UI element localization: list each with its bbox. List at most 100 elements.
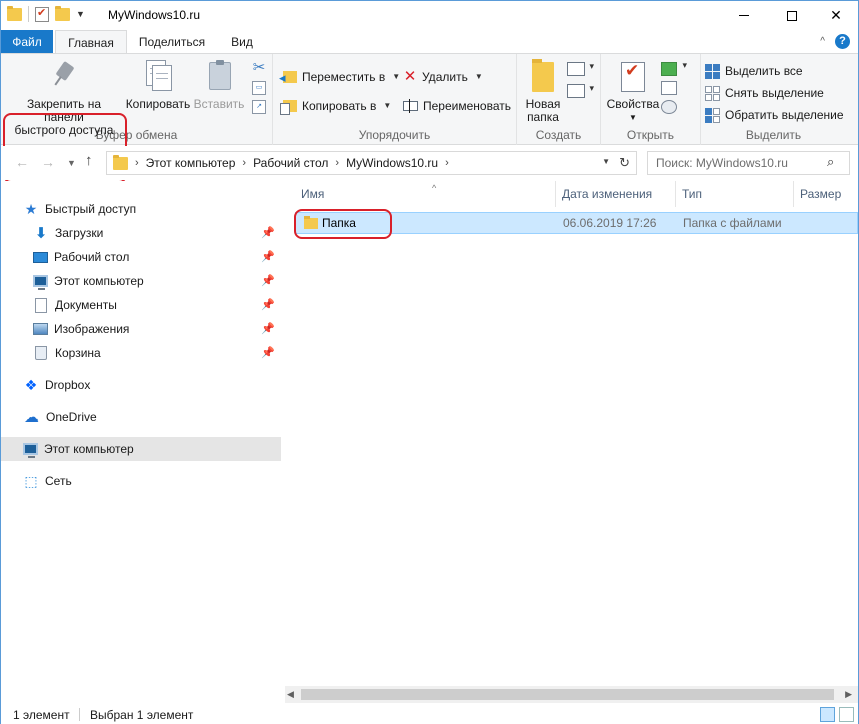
new-folder-qat-icon[interactable]	[55, 5, 70, 21]
chevron-right-icon[interactable]: ›	[445, 157, 449, 169]
properties-qat-icon[interactable]	[35, 6, 49, 22]
cut-icon[interactable]: ✂	[253, 60, 266, 76]
qat-dropdown-icon[interactable]: ▼	[76, 9, 85, 19]
open-icon[interactable]	[661, 60, 687, 76]
paste-button[interactable]: Вставить	[191, 60, 247, 111]
invert-selection-button[interactable]: Обратить выделение	[705, 106, 844, 124]
nav-item-onedrive[interactable]: ☁ OneDrive	[1, 405, 281, 429]
pin-icon[interactable]: 📌	[261, 346, 275, 359]
pin-icon[interactable]: 📌	[261, 274, 275, 287]
column-header-size[interactable]: Размер	[794, 181, 858, 207]
nav-item-documents[interactable]: Документы 📌	[1, 293, 281, 317]
nav-item-quick-access[interactable]: ★ Быстрый доступ	[1, 197, 281, 221]
large-icons-view-icon[interactable]	[839, 707, 854, 722]
column-header-name[interactable]: Имя ^	[295, 181, 556, 207]
close-icon: ✕	[830, 7, 842, 23]
computer-icon	[33, 275, 48, 290]
rename-icon	[403, 99, 418, 113]
folder-icon	[7, 5, 22, 21]
chevron-right-icon[interactable]: ›	[242, 157, 246, 169]
horizontal-scrollbar[interactable]: ◀ ▶	[285, 686, 858, 703]
collapse-ribbon-icon[interactable]: ^	[820, 36, 825, 47]
up-arrow-icon[interactable]: ↑	[85, 152, 93, 169]
back-arrow-icon[interactable]: ←	[15, 154, 29, 170]
scrollbar-thumb[interactable]	[301, 689, 834, 700]
edit-icon[interactable]	[661, 81, 677, 95]
copy-button[interactable]: Копировать	[125, 60, 191, 111]
pictures-icon	[33, 323, 48, 335]
paste-shortcut-icon[interactable]: ↗	[252, 100, 266, 114]
rename-label: Переименовать	[423, 99, 511, 113]
new-folder-button[interactable]: Новая папка	[523, 59, 563, 124]
maximize-button[interactable]	[769, 1, 815, 30]
pin-icon[interactable]: 📌	[261, 298, 275, 311]
new-item-buttons	[567, 61, 594, 98]
maximize-icon	[787, 10, 797, 21]
recent-locations-icon[interactable]: ▼	[67, 158, 76, 168]
nav-item-dropbox[interactable]: ❖ Dropbox	[1, 373, 281, 397]
address-field[interactable]: › Этот компьютер › Рабочий стол › MyWind…	[106, 151, 637, 175]
properties-icon	[621, 62, 645, 92]
rename-button[interactable]: Переименовать	[403, 95, 511, 117]
nav-label: Рабочий стол	[54, 250, 130, 264]
properties-button[interactable]: Свойства ▼	[605, 60, 661, 124]
select-all-button[interactable]: Выделить все	[705, 62, 803, 80]
history-icon[interactable]	[661, 100, 677, 114]
nav-item-network[interactable]: ⬚ Сеть	[1, 469, 281, 493]
pin-icon[interactable]: 📌	[261, 226, 275, 239]
nav-item-this-pc[interactable]: Этот компьютер	[1, 437, 281, 461]
easy-access-icon[interactable]	[567, 83, 594, 98]
title-bar: ▼ MyWindows10.ru ✕	[1, 1, 858, 30]
nav-item-this-pc-pinned[interactable]: Этот компьютер 📌	[1, 269, 281, 293]
forward-arrow-icon[interactable]: →	[41, 154, 55, 170]
nav-item-recycle-bin[interactable]: Корзина 📌	[1, 341, 281, 365]
column-header-type[interactable]: Тип	[676, 181, 794, 207]
pin-icon[interactable]: 📌	[261, 250, 275, 263]
breadcrumb-desktop[interactable]: Рабочий стол	[253, 156, 328, 170]
tab-view[interactable]: Вид	[219, 30, 265, 54]
pin-icon[interactable]: 📌	[261, 322, 275, 335]
search-icon[interactable]: ⌕	[827, 154, 850, 170]
select-none-button[interactable]: Снять выделение	[705, 84, 824, 102]
selected-count: Выбран 1 элемент	[90, 708, 194, 722]
pin-icon	[48, 60, 80, 92]
refresh-icon[interactable]: ↻	[619, 155, 630, 171]
move-to-button[interactable]: Переместить в ▼	[279, 66, 401, 89]
address-dropdown-icon[interactable]: ▼	[602, 157, 610, 166]
file-date: 06.06.2019 17:26	[563, 216, 657, 230]
group-label: Создать	[535, 128, 582, 142]
breadcrumb-current[interactable]: MyWindows10.ru	[346, 156, 438, 170]
column-header-date[interactable]: Дата изменения	[556, 181, 676, 207]
nav-item-images[interactable]: Изображения 📌	[1, 317, 281, 341]
close-button[interactable]: ✕	[813, 1, 859, 30]
minimize-button[interactable]	[721, 1, 767, 30]
nav-label: Этот компьютер	[54, 274, 144, 288]
nav-item-desktop[interactable]: Рабочий стол 📌	[1, 245, 281, 269]
chevron-down-icon: ▼	[392, 72, 401, 81]
help-icon[interactable]: ?	[835, 34, 850, 49]
new-item-icon[interactable]	[567, 61, 594, 76]
chevron-right-icon[interactable]: ›	[335, 157, 339, 169]
nav-label: Документы	[55, 298, 117, 312]
nav-label: Быстрый доступ	[45, 202, 137, 216]
delete-button[interactable]: ✕ Удалить ▼	[403, 66, 483, 88]
quick-access-toolbar: ▼	[7, 5, 85, 22]
nav-label: Этот компьютер	[44, 442, 134, 456]
new-folder-label-line2: папка	[527, 110, 559, 124]
copy-to-button[interactable]: Копировать в ▼	[280, 95, 391, 117]
details-view-icon[interactable]	[820, 707, 835, 722]
select-none-icon	[705, 85, 720, 101]
scroll-left-icon[interactable]: ◀	[287, 689, 294, 700]
ribbon-tabs: Файл Главная Поделиться Вид ^ ?	[1, 30, 858, 54]
network-icon: ⬚	[24, 472, 38, 489]
scroll-right-icon[interactable]: ▶	[845, 689, 852, 700]
copy-path-icon[interactable]: ▭	[252, 81, 266, 95]
nav-item-downloads[interactable]: ⬇ Загрузки 📌	[1, 221, 281, 245]
chevron-right-icon[interactable]: ›	[135, 157, 139, 169]
tab-share[interactable]: Поделиться	[129, 30, 215, 54]
breadcrumb-this-pc[interactable]: Этот компьютер	[146, 156, 236, 170]
group-label: Выделить	[745, 128, 802, 142]
search-input[interactable]: Поиск: MyWindows10.ru	[647, 151, 850, 175]
tab-home[interactable]: Главная	[55, 30, 127, 54]
tab-file[interactable]: Файл	[1, 30, 53, 54]
